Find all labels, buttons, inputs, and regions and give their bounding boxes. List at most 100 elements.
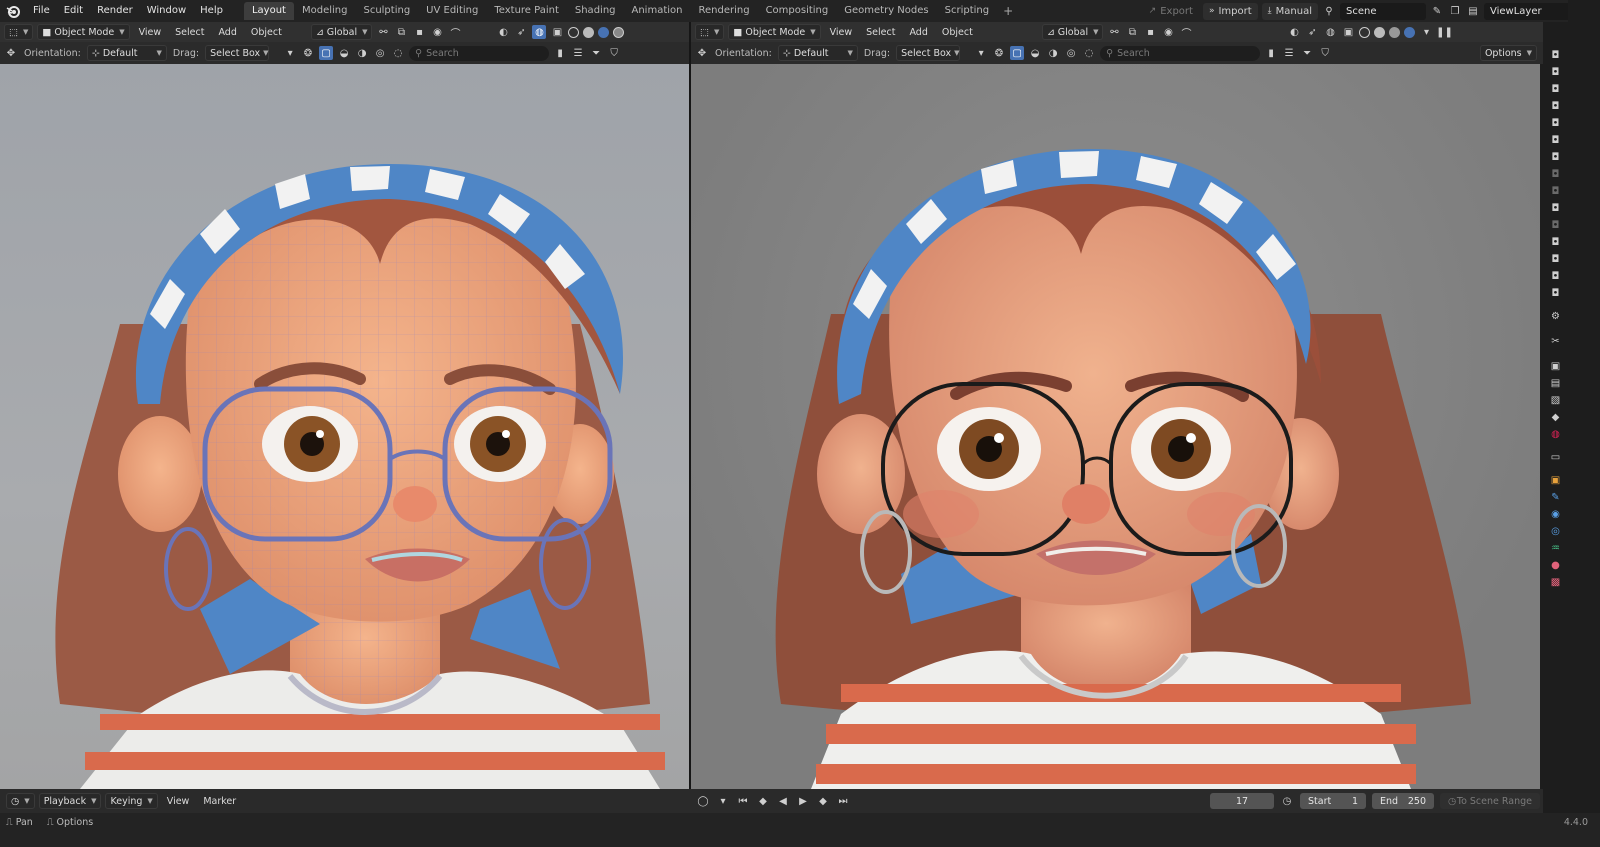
pivot-icon[interactable]: ⚯: [376, 25, 390, 39]
shield-icon[interactable]: ⛉: [607, 46, 621, 60]
particles-icon[interactable]: ◉: [1548, 507, 1564, 521]
output-properties-icon[interactable]: ▤: [1548, 376, 1564, 390]
next-keyframe-icon[interactable]: ◆: [816, 794, 830, 808]
pivot-icon[interactable]: ⚯: [1107, 25, 1121, 39]
right-menu-select[interactable]: Select: [861, 27, 900, 38]
solid-shading-icon[interactable]: [583, 26, 595, 38]
scene-properties-icon[interactable]: ◆: [1548, 410, 1564, 424]
menu-file[interactable]: File: [26, 0, 57, 22]
material-icon[interactable]: ●: [1548, 558, 1564, 572]
start-frame-field[interactable]: Start 1: [1300, 793, 1366, 809]
tab-texture-paint[interactable]: Texture Paint: [486, 2, 567, 20]
transform-space-dropdown[interactable]: ⊿ Global ▼: [310, 24, 373, 40]
play-reverse-icon[interactable]: ◀: [776, 794, 790, 808]
world-icon[interactable]: ◎: [1064, 46, 1078, 60]
manual-button[interactable]: ⤓ Manual: [1261, 2, 1318, 20]
camera-icon[interactable]: ◘: [1548, 116, 1564, 130]
color-icon[interactable]: ❂: [301, 46, 315, 60]
gizmo-icon[interactable]: ➶: [514, 25, 528, 39]
new-scene-icon[interactable]: ❐: [1448, 4, 1462, 18]
jump-end-icon[interactable]: ⏭: [836, 794, 850, 808]
tab-compositing[interactable]: Compositing: [758, 2, 837, 20]
export-button[interactable]: ↗ Export: [1143, 3, 1199, 20]
texture-icon[interactable]: ◌: [391, 46, 405, 60]
camera-icon[interactable]: ◘: [1548, 82, 1564, 96]
right-drag-dropdown[interactable]: Select Box ▼: [896, 45, 961, 61]
menu-object[interactable]: Object: [246, 27, 287, 38]
keying-menu[interactable]: Keying ▼: [105, 793, 158, 809]
shield-icon[interactable]: ⛉: [1318, 46, 1332, 60]
overlay-icon[interactable]: ◍: [532, 25, 547, 39]
snap-target-icon[interactable]: ▪: [412, 25, 426, 39]
menu-render[interactable]: Render: [90, 0, 140, 22]
snap-icon[interactable]: ⧉: [1125, 25, 1139, 39]
pause-icon[interactable]: ❚❚: [1436, 25, 1453, 39]
mode-dropdown[interactable]: ■ Object Mode ▼: [37, 24, 130, 40]
move-tool-icon[interactable]: ✥: [695, 46, 709, 60]
camera-icon[interactable]: ◘: [1548, 252, 1564, 266]
collection-icon[interactable]: ▭: [1548, 450, 1564, 464]
right-menu-add[interactable]: Add: [904, 27, 932, 38]
tool-settings-icon[interactable]: ⚙: [1548, 309, 1564, 323]
list-icon[interactable]: ☰: [1282, 46, 1296, 60]
left-search-input[interactable]: ⚲ Search: [409, 45, 550, 61]
falloff-icon[interactable]: ⌒: [1179, 25, 1193, 40]
camera-icon[interactable]: ◘: [1548, 99, 1564, 113]
tab-shading[interactable]: Shading: [567, 2, 624, 20]
xray-icon[interactable]: ▣: [1341, 25, 1355, 39]
menu-view[interactable]: View: [134, 27, 167, 38]
auto-key-icon[interactable]: ▾: [716, 794, 730, 808]
shading-ball-icon[interactable]: ◑: [1046, 46, 1060, 60]
play-icon[interactable]: ▶: [796, 794, 810, 808]
add-workspace-button[interactable]: +: [997, 4, 1019, 18]
shading-options-icon[interactable]: ▾: [1419, 25, 1433, 39]
select-mode-icon[interactable]: ▢: [319, 46, 334, 60]
constraints-icon[interactable]: ♒: [1548, 541, 1564, 555]
sphere-icon[interactable]: ◒: [337, 46, 351, 60]
visibility-icon[interactable]: ◐: [496, 25, 510, 39]
right-search-input[interactable]: ⚲ Search: [1100, 45, 1261, 61]
visibility-icon[interactable]: ◐: [1287, 25, 1301, 39]
sphere-icon[interactable]: ◒: [1028, 46, 1042, 60]
view-layer-icon[interactable]: ▧: [1548, 393, 1564, 407]
right-editor-type-dropdown[interactable]: ⬚ ▼: [695, 24, 725, 40]
xray-icon[interactable]: ▣: [550, 25, 564, 39]
layer-icon[interactable]: ▾: [283, 46, 297, 60]
viewlayer-icon[interactable]: ▤: [1466, 4, 1480, 18]
camera-icon[interactable]: ◘: [1548, 269, 1564, 283]
snap-target-icon[interactable]: ▪: [1143, 25, 1157, 39]
texture-checker-icon[interactable]: ▩: [1548, 575, 1564, 589]
end-frame-field[interactable]: End 250: [1372, 793, 1434, 809]
tab-scripting[interactable]: Scripting: [937, 2, 997, 20]
tab-rendering[interactable]: Rendering: [690, 2, 757, 20]
world-icon[interactable]: ◎: [373, 46, 387, 60]
drag-dropdown[interactable]: Select Box ▼: [205, 45, 270, 61]
physics-icon[interactable]: ◎: [1548, 524, 1564, 538]
bookmark-icon[interactable]: ▮: [1264, 46, 1278, 60]
scene-field[interactable]: Scene: [1340, 2, 1426, 20]
right-menu-object[interactable]: Object: [937, 27, 978, 38]
world-properties-icon[interactable]: ◍: [1548, 427, 1564, 441]
right-orientation-dropdown[interactable]: ⊹ Default ▼: [777, 45, 858, 61]
render-properties-icon[interactable]: ▣: [1548, 359, 1564, 373]
bookmark-icon[interactable]: ▮: [553, 46, 567, 60]
list-icon[interactable]: ☰: [571, 46, 585, 60]
tab-sculpting[interactable]: Sculpting: [355, 2, 418, 20]
menu-window[interactable]: Window: [140, 0, 193, 22]
wireframe-shading-icon[interactable]: [1359, 26, 1371, 38]
tab-geometry-nodes[interactable]: Geometry Nodes: [836, 2, 936, 20]
tab-layout[interactable]: Layout: [243, 2, 294, 20]
right-menu-view[interactable]: View: [825, 27, 858, 38]
falloff-icon[interactable]: ⌒: [448, 25, 462, 40]
camera-disabled-icon[interactable]: ◘: [1548, 167, 1564, 181]
jump-start-icon[interactable]: ⏮: [736, 794, 750, 808]
pin-icon[interactable]: ✎: [1430, 4, 1444, 18]
menu-edit[interactable]: Edit: [57, 0, 90, 22]
wireframe-shading-icon[interactable]: [568, 26, 580, 38]
options-dropdown[interactable]: Options ▼: [1479, 45, 1537, 61]
right-transform-space-dropdown[interactable]: ⊿ Global ▼: [1041, 24, 1104, 40]
blender-logo-icon[interactable]: [0, 0, 26, 22]
camera-icon[interactable]: ◘: [1548, 150, 1564, 164]
rendered-shading-icon[interactable]: [613, 26, 625, 38]
overlay-icon[interactable]: ◍: [1323, 25, 1337, 39]
